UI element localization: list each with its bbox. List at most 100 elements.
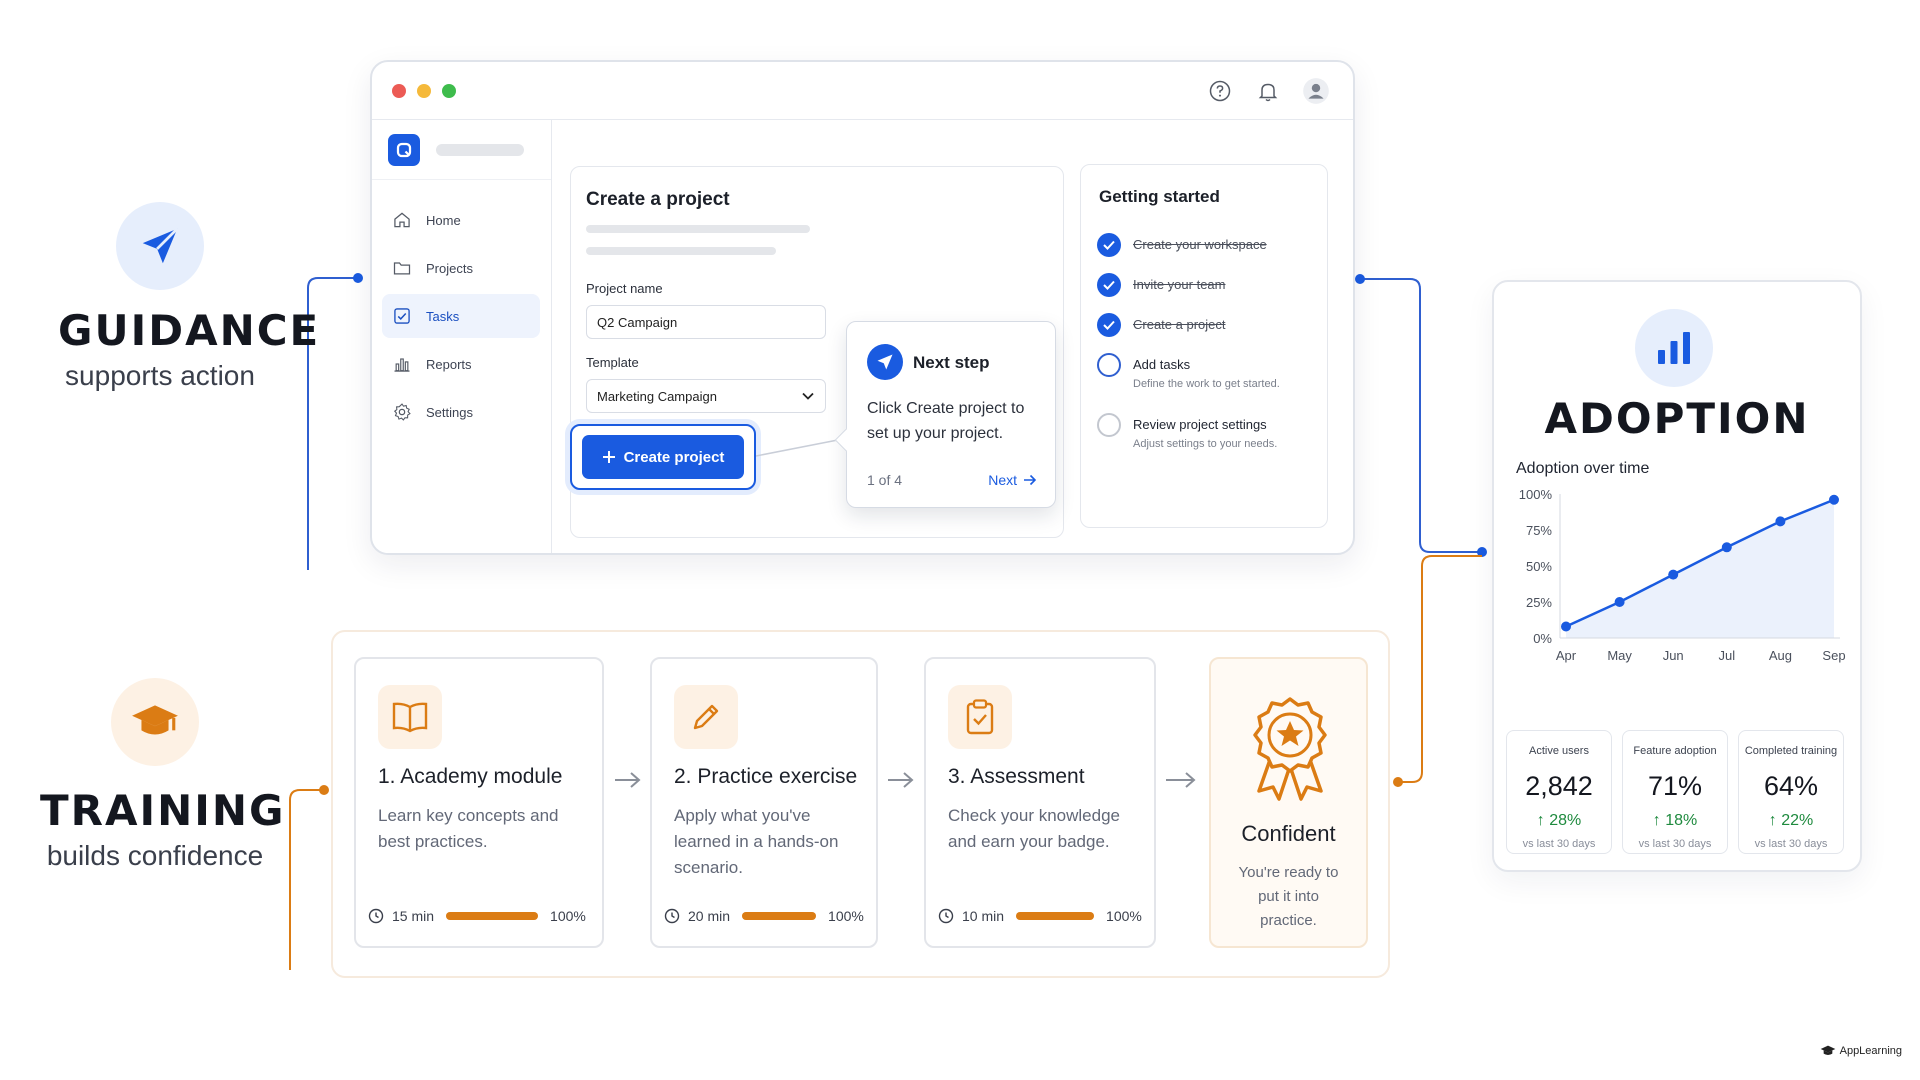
step-progress-label: 100% bbox=[550, 908, 586, 924]
checklist-item-label: Review project settings bbox=[1133, 417, 1267, 432]
metric-change: 28% bbox=[1549, 812, 1582, 829]
tooltip-title: Next step bbox=[913, 353, 990, 372]
sidebar-item-tasks[interactable]: Tasks bbox=[382, 294, 540, 338]
getting-started-title: Getting started bbox=[1099, 187, 1220, 206]
help-icon[interactable] bbox=[1205, 76, 1235, 106]
sidebar-item-projects[interactable]: Projects bbox=[382, 246, 540, 290]
step-duration: 20 min bbox=[688, 908, 731, 924]
chart-data-point bbox=[1775, 516, 1786, 527]
create-project-title: Create a project bbox=[586, 189, 730, 210]
app-name-placeholder bbox=[436, 144, 524, 156]
step-description: Learn key concepts and best practices. bbox=[378, 806, 559, 851]
chart-title: Adoption over time bbox=[1516, 460, 1650, 477]
project-name-label: Project name bbox=[586, 281, 663, 296]
create-project-highlight: Create project bbox=[570, 424, 756, 490]
metric-note: vs last 30 days bbox=[1754, 838, 1828, 850]
sidebar-item-label: Reports bbox=[426, 356, 472, 372]
paper-plane-icon bbox=[116, 202, 204, 290]
checklist-item-description: Define the work to get started. bbox=[1133, 378, 1280, 390]
check-icon bbox=[1097, 233, 1121, 257]
step-card-practice[interactable]: 2. Practice exercise Apply what you've l… bbox=[650, 657, 878, 948]
metric-value: 2,842 bbox=[1525, 771, 1593, 801]
metric-card-completed-training: Completed training 64% ↑ 22% vs last 30 … bbox=[1738, 730, 1844, 854]
adoption-line-chart: 100% 75% 50% 25% 0% Apr May Jun Jul Aug Sep bbox=[1519, 487, 1846, 663]
project-name-input[interactable]: Q2 Campaign bbox=[586, 305, 826, 339]
checklist-item[interactable]: Invite your team bbox=[1097, 273, 1226, 297]
sidebar-item-label: Tasks bbox=[426, 308, 460, 324]
app-logo[interactable] bbox=[388, 134, 420, 166]
guidance-label: GUIDANCE supports action bbox=[58, 202, 321, 392]
step-progress-label: 100% bbox=[1106, 908, 1142, 924]
create-project-button[interactable]: Create project bbox=[582, 435, 744, 479]
sidebar-item-home[interactable]: Home bbox=[382, 198, 540, 242]
step-progress-label: 100% bbox=[828, 908, 864, 924]
metric-label: Active users bbox=[1529, 745, 1589, 757]
tooltip-body: Click Create project to set up your proj… bbox=[867, 400, 1025, 442]
checklist-item[interactable]: Create your workspace bbox=[1097, 233, 1267, 257]
step-progress-fill bbox=[742, 912, 817, 920]
metric-change: 18% bbox=[1665, 812, 1698, 829]
step-description: Apply what you've learned in a hands-on … bbox=[674, 806, 839, 877]
sidebar-item-settings[interactable]: Settings bbox=[382, 390, 540, 434]
checklist-item[interactable]: Create a project bbox=[1097, 313, 1226, 337]
step-progress-bar bbox=[742, 912, 817, 920]
template-label: Template bbox=[586, 355, 639, 370]
step-title: 2. Practice exercise bbox=[674, 765, 858, 788]
check-icon bbox=[1097, 273, 1121, 297]
metric-card-feature-adoption: Feature adoption 71% ↑ 18% vs last 30 da… bbox=[1622, 730, 1728, 854]
checklist-item-label: Add tasks bbox=[1133, 357, 1191, 372]
step-duration: 10 min bbox=[962, 908, 1005, 924]
chart-data-point bbox=[1668, 569, 1679, 580]
clipboard-check-icon bbox=[948, 685, 1012, 749]
step-progress-bar bbox=[1016, 912, 1095, 920]
step-card-assessment[interactable]: 3. Assessment Check your knowledge and e… bbox=[924, 657, 1156, 948]
sidebar-item-reports[interactable]: Reports bbox=[382, 342, 540, 386]
tooltip-next-button[interactable]: Next bbox=[988, 472, 1037, 488]
chart-x-tick-label: Aug bbox=[1769, 648, 1792, 663]
minimize-window-button[interactable] bbox=[417, 84, 431, 98]
tooltip-step-counter: 1 of 4 bbox=[867, 472, 903, 488]
chart-data-point bbox=[1614, 597, 1625, 607]
chart-data-point bbox=[1829, 494, 1839, 505]
arrow-right-icon bbox=[1024, 474, 1037, 486]
chart-x-tick-label: Apr bbox=[1556, 648, 1577, 663]
chart-data-point bbox=[1561, 621, 1571, 632]
training-subtitle: builds confidence bbox=[46, 840, 264, 871]
checklist-item-label: Create your workspace bbox=[1133, 237, 1267, 252]
arrow-right-icon bbox=[615, 772, 641, 788]
checklist-item-label: Create a project bbox=[1133, 317, 1226, 332]
app-window: Home Projects Tasks Reports Settings Cre… bbox=[370, 60, 1355, 555]
pencil-icon bbox=[674, 685, 738, 749]
chart-y-tick-label: 100% bbox=[1519, 487, 1553, 502]
template-select[interactable]: Marketing Campaign bbox=[586, 379, 826, 413]
checklist-item[interactable]: Review project settings Adjust settings … bbox=[1097, 413, 1277, 450]
metric-note: vs last 30 days bbox=[1638, 838, 1712, 850]
close-window-button[interactable] bbox=[392, 84, 406, 98]
window-titlebar bbox=[372, 62, 1353, 120]
description-placeholder bbox=[586, 225, 810, 233]
metric-card-active-users: Active users 2,842 ↑ 28% vs last 30 days bbox=[1506, 730, 1612, 854]
bar-chart-icon bbox=[1635, 309, 1713, 387]
clock-icon bbox=[938, 908, 954, 924]
chart-x-tick-label: Jul bbox=[1718, 648, 1735, 663]
step-card-academy[interactable]: 1. Academy module Learn key concepts and… bbox=[354, 657, 604, 948]
chart-data-point bbox=[1721, 542, 1732, 553]
step-progress-fill bbox=[1016, 912, 1095, 920]
guidance-title: GUIDANCE bbox=[58, 306, 321, 355]
step-progress-bar bbox=[446, 912, 539, 920]
sidebar-item-label: Home bbox=[426, 212, 461, 228]
empty-circle-icon bbox=[1097, 413, 1121, 437]
bell-icon[interactable] bbox=[1253, 76, 1283, 106]
getting-started-card: Getting started Create your workspace In… bbox=[1080, 164, 1328, 528]
chart-x-tick-label: May bbox=[1607, 648, 1632, 663]
avatar[interactable] bbox=[1301, 76, 1331, 106]
maximize-window-button[interactable] bbox=[442, 84, 456, 98]
chart-x-tick-label: Jun bbox=[1663, 648, 1684, 663]
step-progress-fill bbox=[446, 912, 539, 920]
checklist-item-label: Invite your team bbox=[1133, 277, 1226, 292]
plus-icon bbox=[602, 451, 615, 463]
sidebar-item-label: Projects bbox=[426, 260, 473, 276]
checklist-item[interactable]: Add tasks Define the work to get started… bbox=[1097, 353, 1280, 390]
adoption-title: ADOPTION bbox=[1544, 394, 1810, 443]
training-title: TRAINING bbox=[40, 786, 286, 835]
